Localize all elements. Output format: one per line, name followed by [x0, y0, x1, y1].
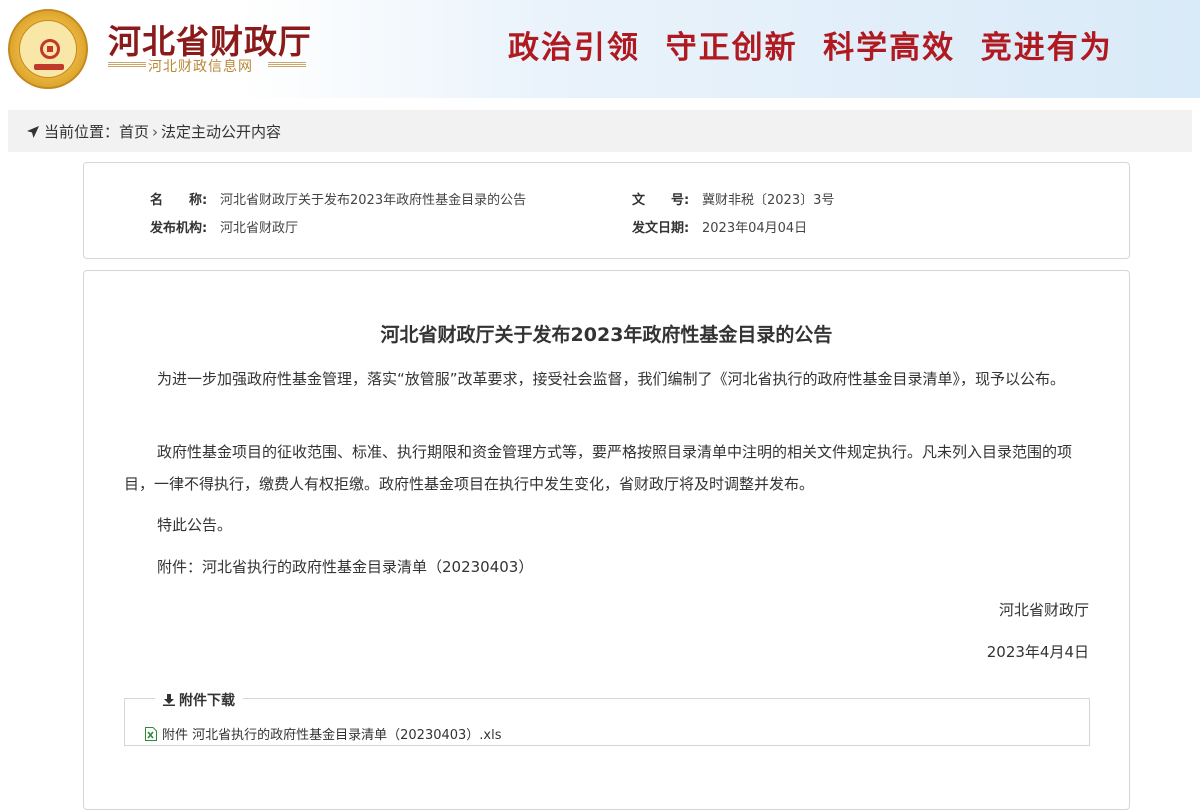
subtitle-left-rule	[108, 62, 146, 68]
meta-doc-number: 文 号: 冀财非税〔2023〕3号	[632, 189, 834, 208]
meta-doc-number-value: 冀财非税〔2023〕3号	[702, 193, 835, 208]
article-paragraph-1: 为进一步加强政府性基金管理，落实“放管服”改革要求，接受社会监督，我们编制了《河…	[157, 370, 1066, 388]
site-subtitle: 河北财政信息网	[148, 59, 253, 75]
breadcrumb-bar: 当前位置：首页 › 法定主动公开内容	[8, 110, 1192, 152]
breadcrumb-home-link[interactable]: 首页	[119, 123, 149, 141]
meta-date-label: 发文日期:	[632, 221, 690, 236]
coin-icon	[40, 39, 60, 59]
attachment-legend: 附件下载	[155, 690, 243, 710]
article-paragraph-3: 特此公告。	[157, 516, 233, 534]
article-box: 河北省财政厅关于发布2023年政府性基金目录的公告 为进一步加强政府性基金管理，…	[83, 270, 1130, 810]
breadcrumb-current: 法定主动公开内容	[161, 123, 282, 141]
emblem-inner	[19, 20, 77, 78]
article-paragraph-2: 政府性基金项目的征收范围、标准、执行期限和资金管理方式等，要严格按照目录清单中注…	[124, 443, 1073, 493]
meta-name: 名 称: 河北省财政厅关于发布2023年政府性基金目录的公告	[150, 189, 526, 208]
download-icon	[163, 694, 175, 706]
article-paragraph-4: 附件：河北省执行的政府性基金目录清单（20230403）	[157, 558, 534, 576]
attachment-link-label: 附件 河北省执行的政府性基金目录清单（20230403）.xls	[162, 728, 502, 743]
meta-name-value: 河北省财政厅关于发布2023年政府性基金目录的公告	[220, 193, 527, 208]
meta-doc-number-label: 文 号:	[632, 193, 690, 208]
meta-publisher: 发布机构: 河北省财政厅	[150, 217, 298, 236]
subtitle-right-rule	[268, 62, 306, 68]
article-title: 河北省财政厅关于发布2023年政府性基金目录的公告	[380, 324, 833, 346]
attachment-legend-label: 附件下载	[179, 693, 235, 709]
meta-date-value: 2023年04月04日	[702, 221, 808, 236]
site-header: 河北省财政厅 河北财政信息网 政治引领 守正创新 科学高效 竞进有为	[0, 0, 1200, 98]
attachment-box: 附件下载 附件 河北省执行的政府性基金目录清单（20230403）.xls	[124, 690, 1090, 746]
attachment-link-xls[interactable]: 附件 河北省执行的政府性基金目录清单（20230403）.xls	[145, 724, 502, 743]
site-subtitle-wrap: 河北财政信息网	[108, 56, 308, 75]
excel-file-icon	[145, 727, 157, 741]
article-sign-date: 2023年4月4日	[986, 643, 1089, 661]
article-signature: 河北省财政厅	[998, 601, 1089, 619]
site-emblem-logo[interactable]	[8, 9, 88, 89]
slogan: 政治引领 守正创新 科学高效 竞进有为	[508, 30, 1113, 66]
meta-publisher-value: 河北省财政厅	[220, 221, 299, 236]
meta-date: 发文日期: 2023年04月04日	[632, 217, 807, 236]
meta-publisher-label: 发布机构:	[150, 221, 208, 236]
breadcrumb-prefix: 当前位置：	[44, 123, 120, 141]
location-arrow-icon	[27, 126, 39, 138]
meta-name-label: 名 称:	[150, 193, 208, 208]
emblem-bar	[34, 64, 64, 70]
document-meta-box: 名 称: 河北省财政厅关于发布2023年政府性基金目录的公告 文 号: 冀财非税〔2…	[83, 162, 1130, 259]
breadcrumb-separator: ›	[152, 123, 159, 141]
breadcrumb: 当前位置：首页 › 法定主动公开内容	[26, 121, 281, 142]
